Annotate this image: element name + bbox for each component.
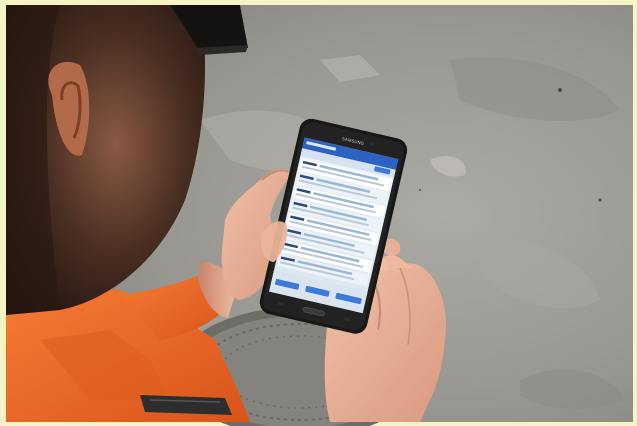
reflective-strip [140, 395, 232, 415]
photo-scene: SAMSUNG [0, 0, 637, 426]
